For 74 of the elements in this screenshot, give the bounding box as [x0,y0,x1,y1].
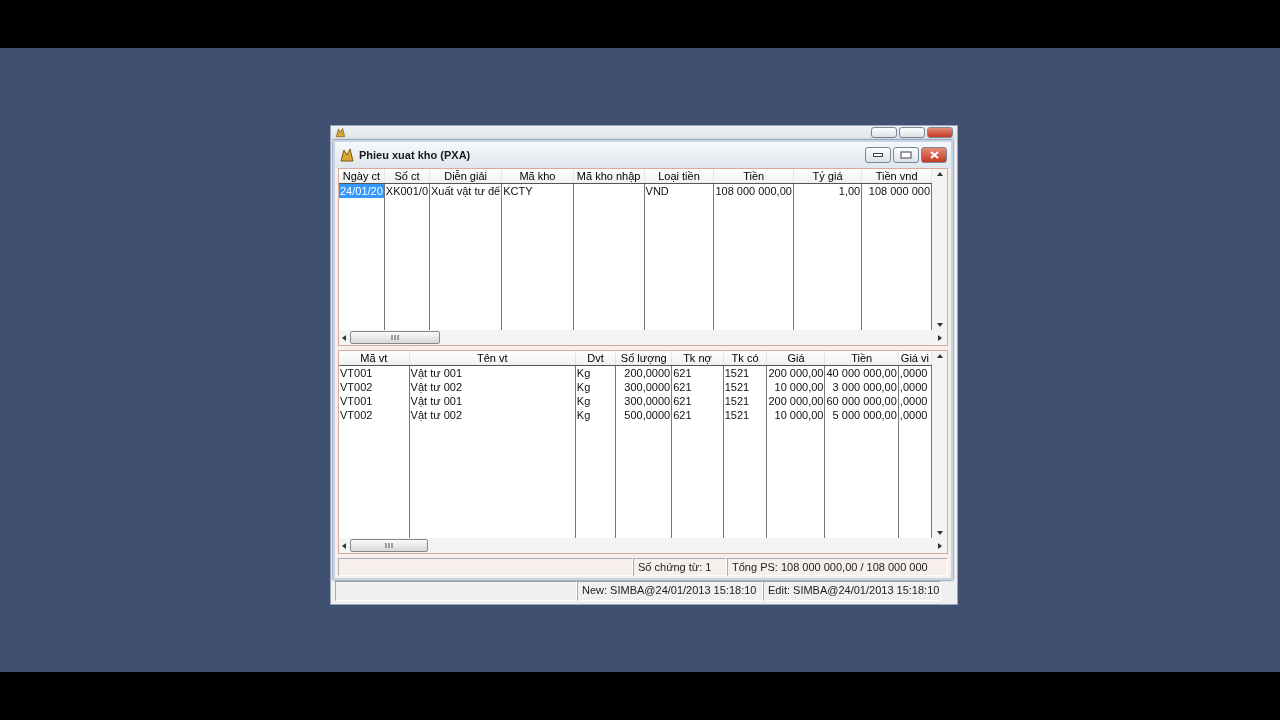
scroll-thumb[interactable] [350,331,440,344]
restore-button[interactable] [893,147,919,163]
window-title: Phieu xuat kho (PXA) [359,149,472,161]
table-cell: 621 [671,380,724,394]
horizontal-scrollbar[interactable] [339,330,947,345]
table-cell: 1521 [723,380,767,394]
table-cell: 621 [671,408,724,422]
column-header[interactable]: Loại tiền [644,169,714,184]
restore-button[interactable] [899,127,925,138]
scroll-up-icon[interactable] [936,171,943,177]
column-header[interactable]: Giá [766,351,825,366]
table-cell: VT002 [339,380,410,394]
column-header[interactable]: Số lượng [615,351,672,366]
scroll-down-icon[interactable] [936,530,943,536]
table-cell: Kg [575,380,616,394]
close-icon [929,151,939,159]
table-cell: 1521 [723,394,767,408]
scroll-left-icon[interactable] [341,542,347,549]
table-cell: 300,0000 [615,394,672,408]
minimize-button[interactable] [865,147,891,163]
column-header[interactable]: Mã kho nhập [573,169,645,184]
table-cell: ,0000 [898,380,932,394]
close-button[interactable] [921,147,947,163]
table-cell: 500,0000 [615,408,672,422]
column-header[interactable]: Tiền [825,351,899,366]
table-cell: ,0000 [898,394,932,408]
app-icon [339,147,355,163]
scroll-thumb[interactable] [350,539,428,552]
table-cell: 5 000 000,00 [825,408,899,422]
column-header[interactable]: Tỷ giá [793,169,862,184]
app-icon [335,127,346,138]
table-cell: VT001 [339,394,410,408]
scroll-right-icon[interactable] [937,334,943,341]
vertical-scrollbar[interactable] [932,169,947,330]
restore-icon [900,151,912,159]
scroll-up-icon[interactable] [936,353,943,359]
table-cell: Vật tư 002 [409,408,576,422]
table-cell: 3 000 000,00 [825,380,899,394]
table-cell: 621 [671,394,724,408]
scroll-left-icon[interactable] [341,334,347,341]
table-cell: 10 000,00 [766,408,825,422]
table-cell: 60 000 000,00 [825,394,899,408]
column-header[interactable]: Dvt [575,351,616,366]
column-header[interactable]: Mã vt [339,351,410,366]
status-text: Tổng PS: 108 000 000,00 / 108 000 000 [727,558,948,576]
column-header[interactable]: Ngày ct [339,169,385,184]
column-header[interactable]: Số ct [384,169,430,184]
table-cell: 10 000,00 [766,380,825,394]
scroll-down-icon[interactable] [936,322,943,328]
column-header[interactable]: Tiền [713,169,794,184]
column-header[interactable]: Tiền vnd [861,169,932,184]
close-button[interactable] [927,127,953,138]
table-cell: VT002 [339,408,410,422]
table-cell: Vật tư 001 [409,394,576,408]
column-header[interactable]: Tk nợ [671,351,724,366]
column-header[interactable]: Diễn giải [429,169,502,184]
table-cell: 300,0000 [615,380,672,394]
table-cell: 1521 [723,408,767,422]
vertical-scrollbar[interactable] [932,351,947,538]
column-header[interactable]: Tk có [723,351,767,366]
scroll-right-icon[interactable] [937,542,943,549]
column-header[interactable]: Giá vi [898,351,932,366]
column-header[interactable]: Tên vt [409,351,576,366]
status-text: Edit: SIMBA@24/01/2013 15:18:10 [763,581,941,601]
horizontal-scrollbar[interactable] [339,538,947,553]
table-cell: 200 000,00 [766,394,825,408]
status-text: Số chứng từ: 1 [633,558,727,576]
table-cell: Kg [575,408,616,422]
status-text: New: SIMBA@24/01/2013 15:18:10 [577,581,763,601]
table-cell: Kg [575,394,616,408]
table-cell: Vật tư 002 [409,380,576,394]
table-cell: ,0000 [898,408,932,422]
minimize-icon [873,153,883,157]
column-header[interactable]: Mã kho [501,169,574,184]
